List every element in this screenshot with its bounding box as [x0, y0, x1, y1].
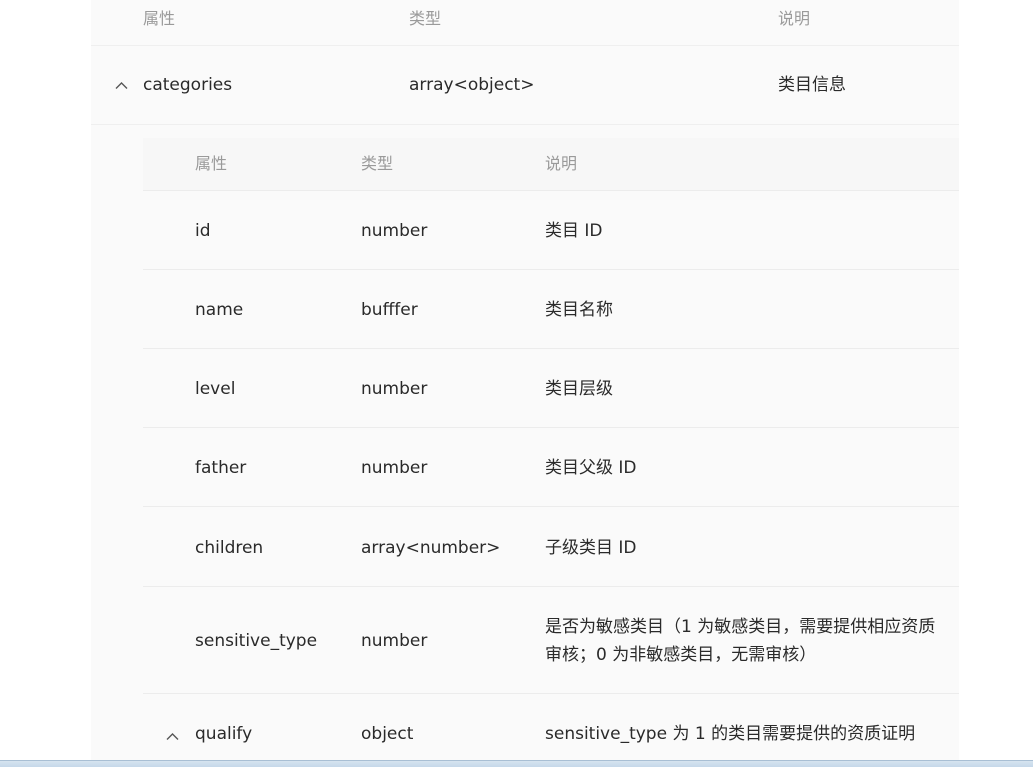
row-description: 是否为敏感类目（1 为敏感类目，需要提供相应资质审核；0 为非敏感类目，无需审核…	[545, 617, 936, 665]
nested-header-property: 属性	[195, 154, 228, 173]
row-description: 类目层级	[545, 379, 613, 399]
table-row: children array<number> 子级类目 ID	[143, 507, 959, 587]
row-description: sensitive_type 为 1 的类目需要提供的资质证明	[545, 724, 916, 744]
table-header: 属性 类型 说明	[91, 0, 959, 46]
nested-header-description: 说明	[545, 154, 578, 173]
nested-header-type: 类型	[361, 154, 394, 173]
row-type: bufffer	[361, 300, 418, 320]
row-type: array<number>	[361, 538, 501, 558]
chevron-up-icon[interactable]	[115, 81, 128, 90]
properties-table: 属性 类型 说明 categories array<object> 类目信息 属…	[91, 0, 959, 760]
row-description: 类目父级 ID	[545, 458, 637, 478]
row-property: level	[195, 379, 236, 399]
table-row-categories: categories array<object> 类目信息	[91, 46, 959, 125]
row-property: children	[195, 538, 264, 558]
table-row: id number 类目 ID	[143, 191, 959, 270]
row-type: number	[361, 458, 428, 478]
row-type: object	[361, 724, 414, 744]
row-description: 类目 ID	[545, 221, 603, 241]
table-row: name bufffer 类目名称	[143, 270, 959, 349]
header-property: 属性	[143, 9, 176, 28]
api-doc-page: 属性 类型 说明 categories array<object> 类目信息 属…	[0, 0, 1033, 767]
header-description: 说明	[778, 9, 811, 28]
row-description: 类目名称	[545, 300, 613, 320]
row-property: name	[195, 300, 244, 320]
table-row: qualify object sensitive_type 为 1 的类目需要提…	[143, 694, 959, 760]
row-property: qualify	[195, 724, 253, 744]
row-property: father	[195, 458, 247, 478]
nested-table-header: 属性 类型 说明	[143, 138, 959, 191]
row-type: number	[361, 631, 428, 651]
row-property: id	[195, 221, 211, 241]
chevron-up-icon[interactable]	[166, 732, 179, 741]
taskbar-edge	[0, 760, 1033, 767]
row-type: array<object>	[409, 75, 535, 95]
row-description: 类目信息	[778, 75, 846, 95]
row-type: number	[361, 379, 428, 399]
row-description: 子级类目 ID	[545, 538, 637, 558]
row-type: number	[361, 221, 428, 241]
nested-properties-table: 属性 类型 说明 id number 类目 ID name bufffer 类目…	[143, 138, 959, 760]
table-row: level number 类目层级	[143, 349, 959, 428]
row-property: sensitive_type	[195, 631, 318, 651]
header-type: 类型	[409, 9, 442, 28]
table-row: father number 类目父级 ID	[143, 428, 959, 507]
row-property: categories	[143, 75, 233, 95]
table-row: sensitive_type number 是否为敏感类目（1 为敏感类目，需要…	[143, 587, 959, 694]
